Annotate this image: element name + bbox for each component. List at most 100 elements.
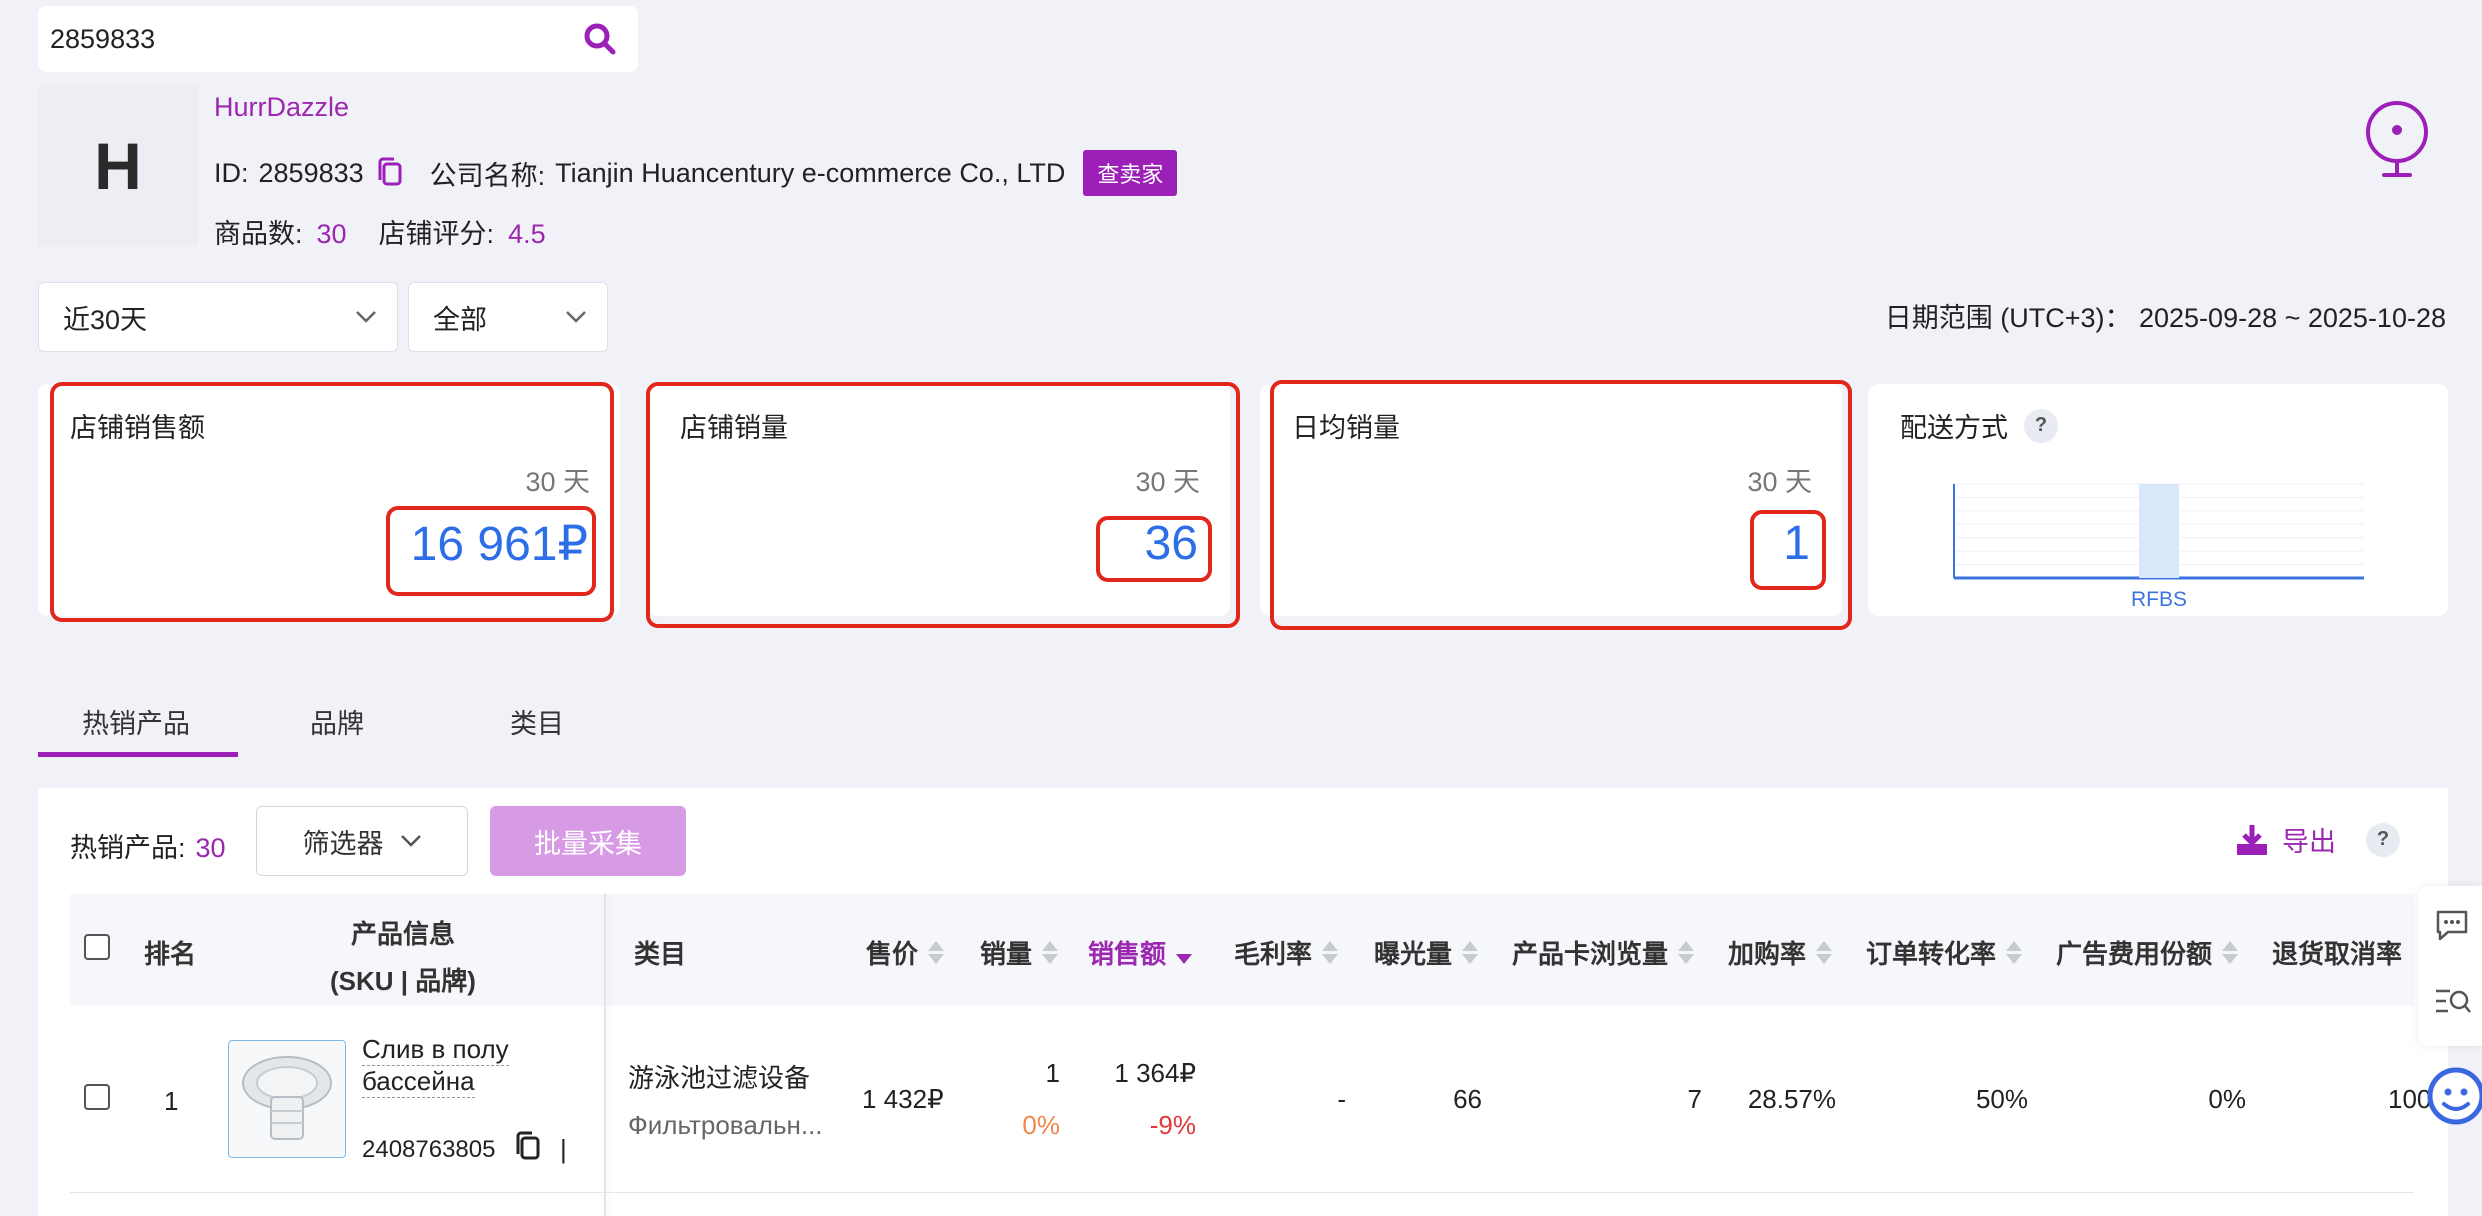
search-input[interactable]: 2859833 [50,24,580,55]
row-conversion: 50% [1975,1084,2028,1114]
search-icon[interactable] [580,19,620,59]
delivery-chart: RFBS [1953,483,2364,611]
product-thumbnail[interactable] [228,1040,346,1158]
seller-avatar: H [38,86,198,246]
check-seller-button[interactable]: 查卖家 [1083,150,1178,196]
id-value: 2859833 [258,157,364,188]
batch-collect-button[interactable]: 批量采集 [490,806,686,876]
date-range: 日期范围 (UTC+3)： 2025-09-28 ~ 2025-10-28 [1884,303,2446,333]
chevron-down-icon [566,311,586,323]
seller-name-link[interactable]: HurrDazzle [214,92,349,123]
product-count-value: 30 [316,219,347,249]
hot-products-count: 热销产品: 30 [70,826,226,865]
row-price: 1 432₽ [862,1084,944,1114]
highlight-box [1750,510,1826,590]
header-product-info: 产品信息 (SKU | 品牌) [330,914,476,998]
product-name-line1[interactable]: Слив в полу [362,1034,509,1066]
tick-label: RFBS [2131,588,2187,611]
list-search-icon[interactable] [2434,986,2472,1016]
sticky-column-divider [604,894,606,1216]
help-icon[interactable]: ? [2024,408,2058,443]
product-sku: 2408763805 [362,1136,496,1163]
company-value: Tianjin Huancentury e-commerce Co., LTD [555,157,1066,188]
copy-icon[interactable] [512,1130,544,1164]
header-ad-share[interactable]: 广告费用份额 [2056,934,2239,971]
select-all-checkbox[interactable] [84,934,110,960]
row-checkbox[interactable] [84,1084,110,1110]
chevron-down-icon [356,311,376,323]
header-price[interactable]: 售价 [866,934,945,971]
bar-rfbs [2139,484,2179,578]
download-icon [2237,824,2267,855]
delivery-title-row: 配送方式 ? [1900,406,2058,445]
highlight-box [646,382,1240,628]
rating-value: 4.5 [508,219,546,249]
location-pin-icon[interactable] [2364,100,2430,180]
card-title: 配送方式 [1900,413,2008,443]
row-margin: - [1337,1084,1346,1114]
copy-icon[interactable] [374,156,406,190]
sort-icon[interactable] [1816,941,1833,964]
product-name-line2[interactable]: бассейна [362,1066,475,1098]
filter-button-label: 筛选器 [302,828,384,859]
sort-desc-icon[interactable] [1176,941,1193,964]
filter-button[interactable]: 筛选器 [256,806,468,876]
hot-label: 热销产品: [70,833,186,863]
row-ad-share: 0% [2208,1084,2246,1114]
delivery-method-card: 配送方式 ? RFBS [1868,384,2448,616]
row-impressions: 66 [1453,1084,1482,1114]
scope-select[interactable]: 全部 [408,282,608,352]
id-label: ID: [214,157,249,188]
highlight-box [1270,380,1852,630]
sort-icon[interactable] [1322,941,1339,964]
tab-categories[interactable]: 类目 [510,702,564,741]
product-image [242,1056,332,1140]
seller-stats: 商品数: 30 店铺评分: 4.5 [214,212,546,251]
assistant-icon[interactable] [2424,1064,2482,1128]
product-count-label: 商品数: [214,219,303,249]
sort-icon[interactable] [2006,941,2023,964]
export-label: 导出 [2282,827,2336,857]
sku-separator: | [560,1134,567,1164]
header-card-views[interactable]: 产品卡浏览量 [1512,934,1695,971]
header-return-rate[interactable]: 退货取消率 [2272,934,2402,971]
side-toolbar [2418,886,2482,1046]
header-impressions[interactable]: 曝光量 [1374,934,1479,971]
header-margin[interactable]: 毛利率 [1234,934,1339,971]
row-revenue: 1 364₽ [1114,1058,1196,1088]
tab-brands[interactable]: 品牌 [310,702,364,741]
row-sales: 1 [1045,1058,1060,1088]
header-product-info-sub: (SKU | 品牌) [330,966,476,996]
chat-icon[interactable] [2434,908,2470,942]
header-revenue[interactable]: 销售额 [1088,934,1193,971]
export-button[interactable]: 导出 ? [2234,820,2400,859]
tab-hot-products[interactable]: 热销产品 [82,702,190,741]
sort-icon[interactable] [928,941,945,964]
highlight-box [1096,516,1212,582]
highlight-box [386,506,596,596]
company-label: 公司名称: [429,160,546,191]
category-subname: Фильтровальн... [628,1110,823,1140]
sort-icon[interactable] [1678,941,1695,964]
row-cart-rate: 28.57% [1747,1084,1836,1114]
help-icon[interactable]: ? [2366,822,2400,857]
header-conversion[interactable]: 订单转化率 [1866,934,2023,971]
sort-icon[interactable] [1042,941,1059,964]
period-select-value: 近30天 [63,304,148,335]
active-tab-indicator [38,752,238,757]
search-box[interactable]: 2859833 [38,6,638,72]
seller-id-row: ID: 2859833 公司名称: Tianjin Huancentury e-… [214,150,1178,196]
row-divider [70,1192,2414,1193]
header-cart-rate[interactable]: 加购率 [1728,934,1833,971]
category-name: 游泳池过滤设备 [628,1063,811,1093]
period-select[interactable]: 近30天 [38,282,398,352]
header-rank: 排名 [144,939,197,969]
row-revenue-change: -9% [1149,1110,1196,1140]
header-product-info-title: 产品信息 [350,919,455,949]
header-sales[interactable]: 销量 [980,934,1059,971]
sort-icon[interactable] [2222,941,2239,964]
row-sales-change: 0% [1022,1110,1060,1140]
row-card-views: 7 [1687,1084,1702,1114]
sort-icon[interactable] [1462,941,1479,964]
scope-select-value: 全部 [433,304,487,335]
